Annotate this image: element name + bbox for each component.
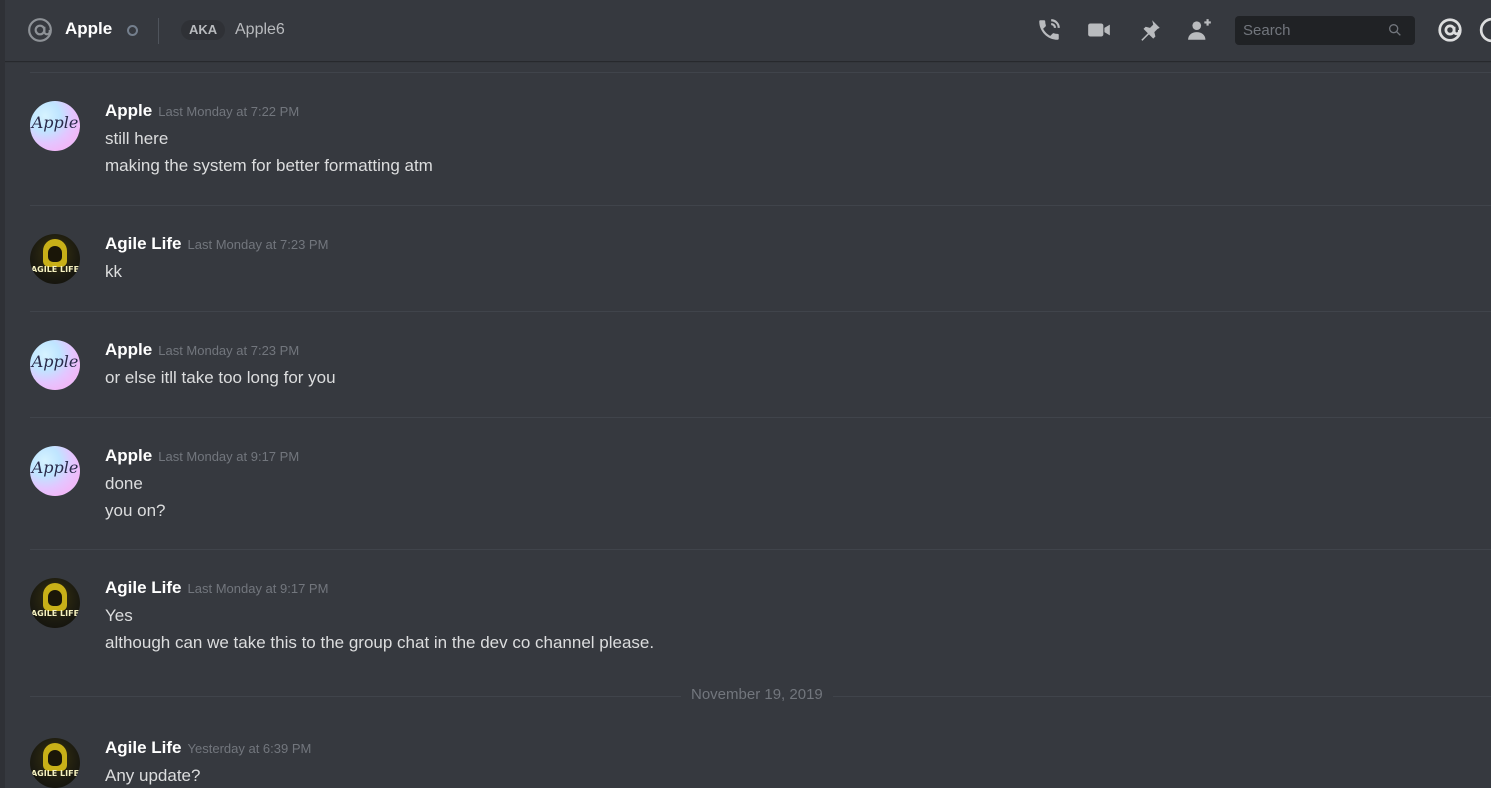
at-icon (28, 18, 52, 42)
username[interactable]: Agile Life (105, 738, 182, 757)
divider (30, 72, 1491, 73)
timestamp: Yesterday at 6:39 PM (187, 741, 312, 756)
channel-header: Apple AKA Apple6 (5, 0, 1491, 61)
message-text: kk (105, 262, 122, 281)
message-text: still here (105, 129, 169, 148)
avatar[interactable]: Apple (30, 101, 80, 151)
avatar[interactable]: AGILE LIFE (30, 738, 80, 788)
avatar[interactable]: AGILE LIFE (30, 578, 80, 628)
call-icon[interactable] (1036, 17, 1062, 43)
add-friend-icon[interactable] (1187, 17, 1213, 43)
message-list: Apple Apple Last Monday at 7:22 PM still … (5, 62, 1491, 788)
divider (30, 417, 1491, 418)
message-text: although can we take this to the group c… (105, 633, 655, 652)
search-icon (1389, 23, 1401, 36)
mention-icon[interactable] (1437, 17, 1463, 43)
search-bar[interactable] (1235, 16, 1415, 45)
message-text: making the system for better formatting … (105, 156, 433, 175)
dm-name[interactable]: Apple (65, 19, 112, 39)
divider (30, 311, 1491, 312)
timestamp: Last Monday at 7:23 PM (158, 343, 300, 358)
avatar[interactable]: Apple (30, 446, 80, 496)
message-text: Any update? (105, 766, 201, 785)
video-icon[interactable] (1086, 17, 1112, 43)
pin-icon[interactable] (1137, 17, 1163, 43)
timestamp: Last Monday at 7:23 PM (187, 237, 329, 252)
avatar[interactable]: Apple (30, 340, 80, 390)
aka-badge: AKA (181, 20, 226, 40)
message-text: done (105, 474, 143, 493)
username[interactable]: Agile Life (105, 234, 182, 253)
username[interactable]: Apple (105, 446, 152, 465)
help-icon[interactable] (1479, 17, 1491, 43)
message-text: Yes (105, 606, 133, 625)
username[interactable]: Apple (105, 101, 152, 120)
divider (30, 205, 1491, 206)
avatar[interactable]: AGILE LIFE (30, 234, 80, 284)
timestamp: Last Monday at 9:17 PM (187, 581, 329, 596)
username[interactable]: Apple (105, 340, 152, 359)
username[interactable]: Agile Life (105, 578, 182, 597)
search-input[interactable] (1235, 16, 1383, 45)
date-divider-label: November 19, 2019 (681, 686, 833, 703)
header-divider (158, 18, 159, 44)
message-text: you on? (105, 501, 166, 520)
timestamp: Last Monday at 7:22 PM (158, 104, 300, 119)
aka-name: Apple6 (235, 21, 285, 38)
timestamp: Last Monday at 9:17 PM (158, 449, 300, 464)
divider (30, 549, 1491, 550)
offline-status-icon (127, 25, 138, 36)
message-text: or else itll take too long for you (105, 368, 336, 387)
